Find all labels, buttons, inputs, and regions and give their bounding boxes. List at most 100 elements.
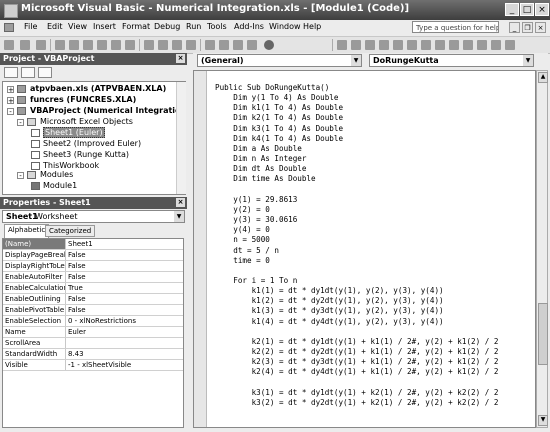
properties-window-icon[interactable] xyxy=(219,40,229,50)
property-value[interactable]: False xyxy=(68,294,183,304)
toolbox-icon[interactable] xyxy=(247,40,257,50)
property-row[interactable]: StandardWidth 8.43 xyxy=(3,349,183,360)
next-bookmark-icon[interactable] xyxy=(477,40,487,50)
uncomment-block-icon[interactable] xyxy=(449,40,459,50)
property-value[interactable]: True xyxy=(68,283,183,293)
property-value[interactable]: 8.43 xyxy=(68,349,183,359)
object-selector[interactable]: Sheet1 Worksheet ▼ xyxy=(2,210,185,223)
property-row[interactable]: Name Euler xyxy=(3,327,183,338)
tree-item-sheet1[interactable]: Sheet1 (Euler) xyxy=(43,127,105,138)
minimize-button[interactable]: _ xyxy=(505,3,519,16)
tree-item-thisworkbook[interactable]: ThisWorkbook xyxy=(43,161,99,170)
collapse-icon[interactable]: - xyxy=(7,108,14,116)
property-value[interactable]: Euler xyxy=(68,327,183,337)
indent-icon[interactable] xyxy=(393,40,403,50)
tree-item-atpvbaen[interactable]: atpvbaen.xls (ATPVBAEN.XLA) xyxy=(30,84,166,93)
tree-item-sheet2[interactable]: Sheet2 (Improved Euler) xyxy=(43,139,141,148)
run-icon[interactable] xyxy=(144,40,154,50)
mdi-minimize-button[interactable]: _ xyxy=(509,22,520,33)
property-row[interactable]: EnableAutoFilter False xyxy=(3,272,183,283)
menu-window[interactable]: Window xyxy=(269,22,301,31)
menu-format[interactable]: Format xyxy=(122,22,150,31)
reset-icon[interactable] xyxy=(172,40,182,50)
break-icon[interactable] xyxy=(158,40,168,50)
object-browser-icon[interactable] xyxy=(233,40,243,50)
property-value[interactable]: Sheet1 xyxy=(68,239,183,249)
paste-icon[interactable] xyxy=(83,40,93,50)
menu-run[interactable]: Run xyxy=(186,22,201,31)
collapse-icon[interactable]: - xyxy=(17,172,24,180)
object-combo[interactable]: (General) ▼ xyxy=(197,54,362,67)
code-margin-indicator-bar[interactable] xyxy=(194,71,207,427)
code-text[interactable]: Public Sub DoRungeKutta() Dim y(1 To 4) … xyxy=(215,83,498,408)
menu-insert[interactable]: Insert xyxy=(93,22,116,31)
tab-alphabetic[interactable]: Alphabetic xyxy=(4,224,50,238)
project-explorer-icon[interactable] xyxy=(205,40,215,50)
property-value[interactable]: -1 - xlSheetVisible xyxy=(68,360,183,370)
expand-icon[interactable]: + xyxy=(7,97,14,105)
mdi-restore-button[interactable]: ❐ xyxy=(522,22,533,33)
menu-add-ins[interactable]: Add-Ins xyxy=(234,22,264,31)
property-row[interactable]: EnableCalculation True xyxy=(3,283,183,294)
tree-item-sheet3[interactable]: Sheet3 (Runge Kutta) xyxy=(43,150,129,159)
scroll-down-icon[interactable]: ▼ xyxy=(538,415,548,426)
previous-bookmark-icon[interactable] xyxy=(491,40,501,50)
maximize-button[interactable]: □ xyxy=(520,3,534,16)
project-tree-scrollbar[interactable] xyxy=(176,82,186,194)
expand-icon[interactable]: + xyxy=(7,86,14,94)
property-row[interactable]: EnableOutlining False xyxy=(3,294,183,305)
tree-item-funcres[interactable]: funcres (FUNCRES.XLA) xyxy=(30,95,136,104)
view-object-icon[interactable] xyxy=(21,67,35,78)
undo-icon[interactable] xyxy=(111,40,121,50)
procedure-combo[interactable]: DoRungeKutta ▼ xyxy=(369,54,534,67)
properties-pane-close-icon[interactable]: × xyxy=(176,198,185,207)
property-value[interactable]: False xyxy=(68,250,183,260)
property-value[interactable]: 0 - xlNoRestrictions xyxy=(68,316,183,326)
insert-module-icon[interactable] xyxy=(20,40,30,50)
property-row[interactable]: DisplayPageBreaks False xyxy=(3,250,183,261)
clear-bookmarks-icon[interactable] xyxy=(505,40,515,50)
excel-icon[interactable] xyxy=(4,23,14,32)
menu-view[interactable]: View xyxy=(68,22,87,31)
list-properties-icon[interactable] xyxy=(351,40,361,50)
project-pane-close-icon[interactable]: × xyxy=(176,54,185,63)
menu-edit[interactable]: Edit xyxy=(47,22,63,31)
menu-help[interactable]: Help xyxy=(303,22,321,31)
property-value[interactable]: False xyxy=(68,261,183,271)
property-row[interactable]: EnablePivotTable False xyxy=(3,305,183,316)
menu-tools[interactable]: Tools xyxy=(207,22,227,31)
chevron-down-icon[interactable]: ▼ xyxy=(523,55,533,66)
property-value[interactable]: False xyxy=(68,305,183,315)
close-button[interactable]: × xyxy=(535,3,549,16)
property-row[interactable]: DisplayRightToLeft False xyxy=(3,261,183,272)
menu-debug[interactable]: Debug xyxy=(154,22,180,31)
scroll-up-icon[interactable]: ▲ xyxy=(538,72,548,83)
toggle-bookmark-icon[interactable] xyxy=(463,40,473,50)
tab-categorized[interactable]: Categorized xyxy=(45,225,96,237)
edit-toolbar-icon[interactable] xyxy=(337,40,347,50)
chevron-down-icon[interactable]: ▼ xyxy=(351,55,361,66)
redo-icon[interactable] xyxy=(125,40,135,50)
quick-info-icon[interactable] xyxy=(379,40,389,50)
chevron-down-icon[interactable]: ▼ xyxy=(174,211,184,222)
tree-item-modules[interactable]: Modules xyxy=(40,170,73,179)
help-search-box[interactable]: Type a question for help xyxy=(412,21,499,33)
tree-item-module1[interactable]: Module1 xyxy=(43,181,77,190)
property-row[interactable]: EnableSelection 0 - xlNoRestrictions xyxy=(3,316,183,327)
code-editor[interactable]: Public Sub DoRungeKutta() Dim y(1 To 4) … xyxy=(193,70,536,428)
view-excel-icon[interactable] xyxy=(4,40,14,50)
property-row[interactable]: Visible -1 - xlSheetVisible xyxy=(3,360,183,371)
cut-icon[interactable] xyxy=(55,40,65,50)
toggle-breakpoint-icon[interactable] xyxy=(421,40,431,50)
tree-item-vbaproject[interactable]: VBAProject (Numerical Integration.xls) xyxy=(30,106,185,115)
tree-item-excel-objects[interactable]: Microsoft Excel Objects xyxy=(40,117,133,126)
property-row[interactable]: ScrollArea xyxy=(3,338,183,349)
list-constants-icon[interactable] xyxy=(365,40,375,50)
find-icon[interactable] xyxy=(97,40,107,50)
property-value[interactable]: False xyxy=(68,272,183,282)
comment-block-icon[interactable] xyxy=(435,40,445,50)
outdent-icon[interactable] xyxy=(407,40,417,50)
menu-file[interactable]: File xyxy=(24,22,37,31)
toggle-folders-icon[interactable] xyxy=(38,67,52,78)
mdi-close-button[interactable]: × xyxy=(535,22,546,33)
